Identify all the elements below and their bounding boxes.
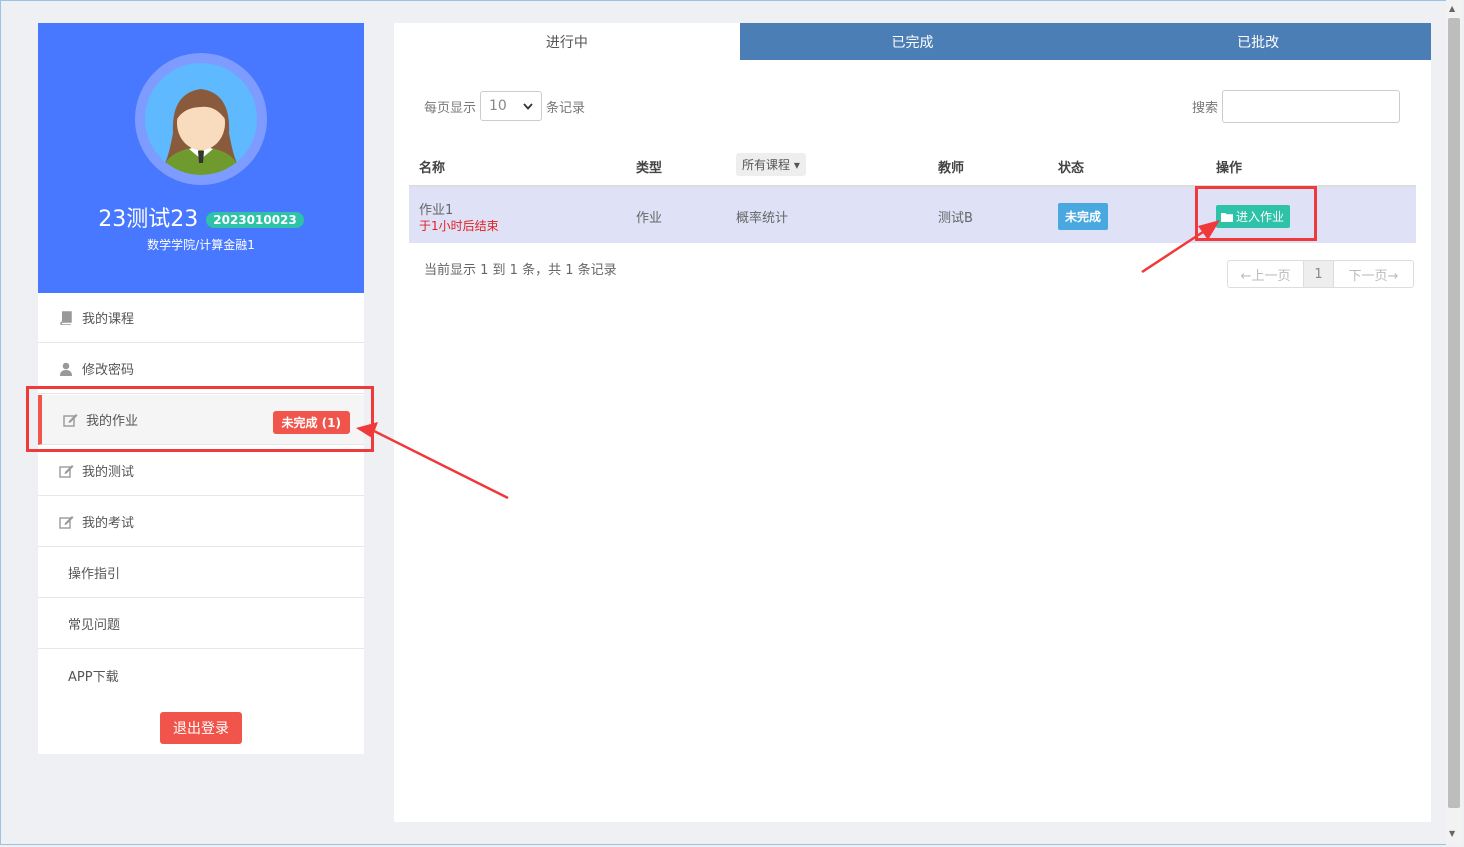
scrollbar-thumb[interactable]	[1448, 18, 1460, 808]
annotation-arrows	[356, 220, 1220, 500]
arrow-line-homework	[371, 428, 509, 500]
page-scrollbar[interactable]: ▲ ▼	[1446, 0, 1462, 845]
arrow-line-enter	[1141, 228, 1207, 274]
arrow-head-homework	[356, 422, 378, 438]
scroll-up-icon[interactable]: ▲	[1449, 4, 1455, 13]
scroll-down-icon[interactable]: ▼	[1449, 829, 1455, 838]
arrow-head-enter	[1198, 220, 1220, 240]
